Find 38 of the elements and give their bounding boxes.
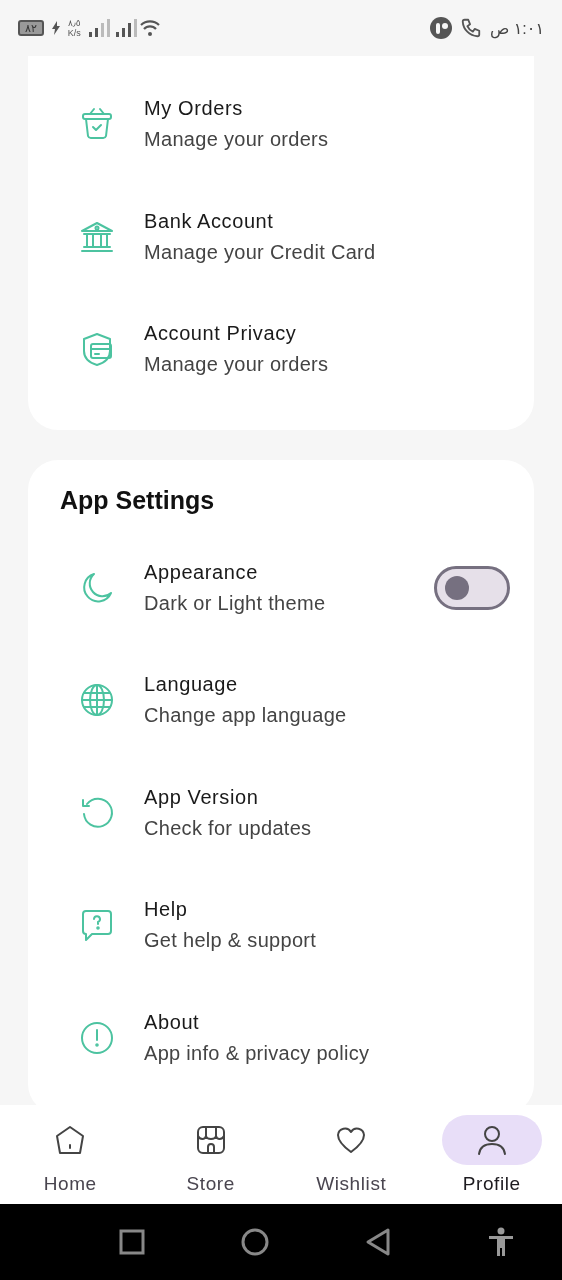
theme-toggle[interactable] xyxy=(434,565,510,610)
speed-unit: K/s xyxy=(67,28,81,38)
battery-level: ٨٢ xyxy=(18,20,44,36)
setting-title[interactable]: Language xyxy=(144,673,510,697)
home-icon xyxy=(54,1123,87,1156)
setting-title[interactable]: About xyxy=(144,1010,510,1034)
setting-description: Change app language xyxy=(144,704,348,728)
phone-icon xyxy=(459,17,482,39)
setting-description: Manage your orders xyxy=(144,353,330,377)
setting-title[interactable]: Account Privacy xyxy=(144,322,510,346)
setting-title[interactable]: Bank Account xyxy=(144,209,510,233)
setting-title[interactable]: Help xyxy=(144,898,510,922)
nav-label[interactable]: Store xyxy=(186,1172,235,1195)
setting-description: Get help & support xyxy=(144,929,318,953)
recent-apps-icon[interactable] xyxy=(118,1229,145,1255)
setting-description: Dark or Light theme xyxy=(144,591,327,615)
nav-label[interactable]: Wishlist xyxy=(316,1172,387,1195)
setting-title[interactable]: Appearance xyxy=(144,560,406,584)
back-icon[interactable] xyxy=(364,1227,391,1257)
user-icon xyxy=(475,1123,508,1156)
clock-time: ١:٠١ ص xyxy=(489,18,544,38)
accessibility-icon[interactable] xyxy=(487,1227,514,1257)
store-icon xyxy=(194,1123,227,1156)
nav-tab[interactable] xyxy=(441,1114,542,1165)
home-button-icon[interactable] xyxy=(239,1227,270,1257)
nav-label[interactable]: Home xyxy=(43,1172,97,1195)
setting-title[interactable]: My Orders xyxy=(144,97,510,121)
setting-description: App info & privacy policy xyxy=(144,1041,371,1065)
setting-description: Manage your Credit Card xyxy=(144,240,377,264)
app-notification-icon xyxy=(429,17,452,39)
charging-icon xyxy=(51,21,60,35)
section-heading: App Settings xyxy=(60,484,216,516)
signal-icon xyxy=(88,19,161,37)
nav-label[interactable]: Profile xyxy=(462,1172,521,1195)
setting-title[interactable]: App Version xyxy=(144,785,510,809)
network-speed: ٨٫٥ xyxy=(68,18,81,28)
setting-description: Manage your orders xyxy=(144,128,330,152)
setting-description: Check for updates xyxy=(144,816,313,840)
